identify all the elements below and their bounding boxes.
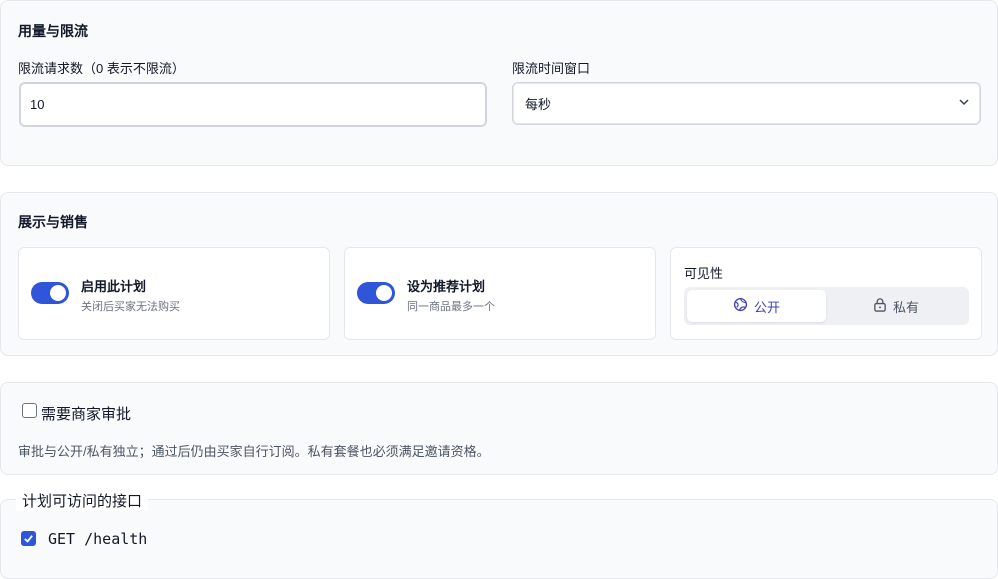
visibility-segmented-control: 公开 私有	[684, 287, 969, 325]
approval-label[interactable]: 需要商家审批	[41, 403, 131, 424]
endpoints-fieldset	[0, 499, 998, 579]
usage-card: 用量与限流 限流请求数（0 表示不限流） 限流时间窗口 每秒	[0, 0, 998, 166]
window-select-value: 每秒	[525, 97, 552, 112]
rate-limit-input[interactable]	[19, 82, 487, 127]
approval-checkbox[interactable]	[22, 403, 37, 418]
visibility-label: 可见性	[684, 266, 724, 281]
approval-card: 需要商家审批 审批与公开/私有独立；通过后仍由买家自行订阅。私有套餐也必须满足邀…	[0, 382, 998, 475]
lock-icon	[873, 297, 887, 315]
visibility-card: 可见性 公开 私有	[670, 247, 982, 340]
rate-limit-label: 限流请求数（0 表示不限流）	[18, 61, 185, 76]
chevron-down-icon	[958, 96, 970, 111]
visibility-private-label: 私有	[892, 299, 919, 315]
display-title: 展示与销售	[18, 214, 88, 230]
window-select[interactable]: 每秒	[512, 82, 981, 125]
visibility-public-label: 公开	[753, 299, 780, 315]
approval-note: 审批与公开/私有独立；通过后仍由买家自行订阅。私有套餐也必须满足邀请资格。	[18, 444, 490, 459]
featured-plan-desc: 同一商品最多一个	[407, 301, 495, 313]
endpoint-checkbox-health[interactable]	[21, 531, 36, 546]
featured-plan-option[interactable]: 设为推荐计划 同一商品最多一个	[344, 247, 656, 340]
globe-icon	[733, 297, 748, 315]
enable-plan-title: 启用此计划	[81, 279, 147, 294]
enable-plan-option[interactable]: 启用此计划 关闭后买家无法购买	[18, 247, 330, 340]
visibility-public-button[interactable]: 公开	[687, 290, 826, 322]
enable-plan-desc: 关闭后买家无法购买	[81, 301, 180, 313]
usage-title: 用量与限流	[18, 23, 88, 39]
featured-plan-toggle[interactable]	[357, 282, 395, 304]
visibility-private-button[interactable]: 私有	[826, 290, 966, 322]
window-label: 限流时间窗口	[512, 61, 591, 76]
display-card: 展示与销售 启用此计划 关闭后买家无法购买 设为推荐计划 同一商品最多一个 可见…	[0, 192, 998, 356]
check-icon	[24, 535, 33, 543]
featured-plan-title: 设为推荐计划	[407, 279, 486, 294]
enable-plan-toggle[interactable]	[31, 282, 69, 304]
endpoints-legend: 计划可访问的接口	[16, 490, 149, 511]
endpoint-label-health[interactable]: GET /health	[48, 530, 147, 548]
